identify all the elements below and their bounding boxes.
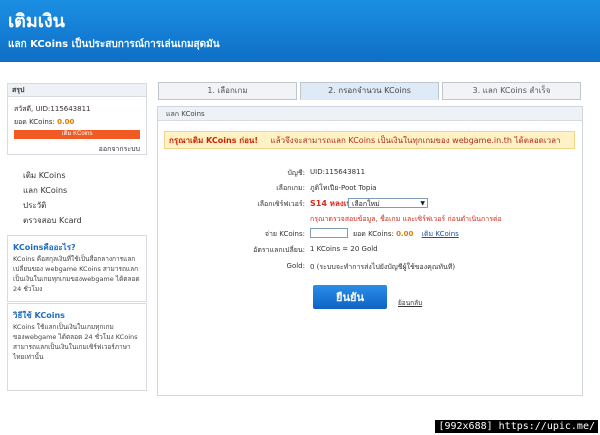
logout-link[interactable]: ออกจากระบบ bbox=[99, 144, 140, 155]
gold-label: Gold: bbox=[286, 262, 305, 270]
tab-select-game[interactable]: 1. เลือกเกม bbox=[158, 82, 297, 100]
gold-value: 0 (ระบบจะทำการส่งไปยังบัญชีผู้ใช้ของคุณท… bbox=[310, 263, 456, 271]
step-tabs: 1. เลือกเกม 2. กรอกจำนวน KCoins 3. แลก K… bbox=[158, 82, 581, 100]
back-link[interactable]: ย้อนกลับ bbox=[398, 298, 422, 308]
balance-line: ยอด KCoins: 0.00 bbox=[14, 117, 74, 128]
account-label: บัญชี: bbox=[287, 169, 305, 177]
notice-warning: กรุณาเติม KCoins ก่อน! bbox=[169, 136, 258, 145]
sidebar-item-exchange[interactable]: แลก KCoins bbox=[23, 184, 67, 197]
tab-enter-amount[interactable]: 2. กรอกจำนวน KCoins bbox=[300, 82, 439, 100]
info-body: KCoins คือสกุลเงินที่ใช้เป็นสื่อกลางการแ… bbox=[13, 255, 140, 293]
confirm-button[interactable]: ยืนยัน bbox=[313, 285, 387, 309]
notice-banner: กรุณาเติม KCoins ก่อน! แล้วจึงจะสามารถแล… bbox=[164, 131, 575, 149]
server-label: เลือกเซิร์ฟเวอร์: bbox=[257, 200, 305, 208]
server-select[interactable]: เลือกใหม่ ▼ bbox=[348, 198, 428, 208]
sidebar: สรุป สวัสดี, UID:115643811 ยอด KCoins: 0… bbox=[7, 83, 147, 393]
greeting-text: สวัสดี, UID:115643811 bbox=[14, 105, 91, 113]
rate-label: อัตราแลกเปลี่ยน: bbox=[253, 246, 305, 254]
game-value: ภูติโทเปีย-Poot Topia bbox=[310, 184, 377, 192]
notice-message: แล้วจึงจะสามารถแลก KCoins เป็นเงินในทุกเ… bbox=[270, 136, 561, 145]
server-hint-row: กรุณาตรวจสอบข้อมูล, ชื่อเกม และเซิร์ฟเวอ… bbox=[310, 214, 502, 225]
pay-balance-label: ยอด KCoins: bbox=[353, 230, 394, 238]
info-box-how-to-use: วิธีใช้ KCoins KCoins ใช้แลกเป็นเงินในเก… bbox=[7, 303, 147, 391]
exchange-panel: แลก KCoins กรุณาเติม KCoins ก่อน! แล้วจึ… bbox=[157, 106, 583, 396]
info-title: วิธีใช้ KCoins bbox=[13, 311, 65, 320]
chevron-down-icon: ▼ bbox=[420, 200, 425, 207]
page-title: เติมเงิน bbox=[8, 11, 65, 32]
sidebar-item-check-kcard[interactable]: ตรวจสอบ Kcard bbox=[23, 214, 82, 227]
server-select-label: เลือกใหม่ bbox=[352, 200, 380, 208]
sidebar-item-topup[interactable]: เติม KCoins bbox=[23, 169, 66, 182]
watermark: [992x688] https://upic.me/ bbox=[435, 420, 598, 433]
pay-topup-link[interactable]: เติม KCoins bbox=[422, 230, 459, 238]
pay-balance-value: 0.00 bbox=[396, 230, 414, 238]
tab-exchange-success[interactable]: 3. แลก KCoins สำเร็จ bbox=[442, 82, 581, 100]
account-value: UID:115643811 bbox=[310, 168, 366, 176]
balance-value: 0.00 bbox=[57, 118, 75, 126]
summary-title: สรุป bbox=[8, 84, 146, 97]
game-label: เลือกเกม: bbox=[276, 184, 305, 192]
info-box-what-is-kcoins: KCoinsคืออะไร? KCoins คือสกุลเงินที่ใช้เ… bbox=[7, 235, 147, 302]
info-title: KCoinsคืออะไร? bbox=[13, 243, 76, 252]
info-body: KCoins ใช้แลกเป็นเงินในเกมทุกเกมของwebga… bbox=[13, 323, 138, 361]
page-subtitle: แลก KCoins เป็นประสบการณ์การเล่นเกมสุดมั… bbox=[8, 39, 220, 50]
server-hint: กรุณาตรวจสอบข้อมูล, ชื่อเกม และเซิร์ฟเวอ… bbox=[310, 215, 502, 223]
balance-label: ยอด KCoins: bbox=[14, 118, 55, 126]
panel-title: แลก KCoins bbox=[158, 107, 582, 121]
rate-value: 1 KCoins = 20 Gold bbox=[310, 245, 378, 253]
sidebar-item-history[interactable]: ประวัติ bbox=[23, 199, 46, 212]
pay-balance-line: ยอด KCoins: 0.00 เติม KCoins bbox=[353, 229, 459, 240]
pay-label: จ่าย KCoins: bbox=[264, 230, 305, 238]
page-header: เติมเงิน แลก KCoins เป็นประสบการณ์การเล่… bbox=[0, 0, 600, 62]
kcoins-amount-input[interactable] bbox=[310, 228, 348, 238]
topup-button[interactable]: เติม KCoins bbox=[14, 130, 140, 139]
account-summary: สรุป สวัสดี, UID:115643811 ยอด KCoins: 0… bbox=[7, 83, 147, 155]
